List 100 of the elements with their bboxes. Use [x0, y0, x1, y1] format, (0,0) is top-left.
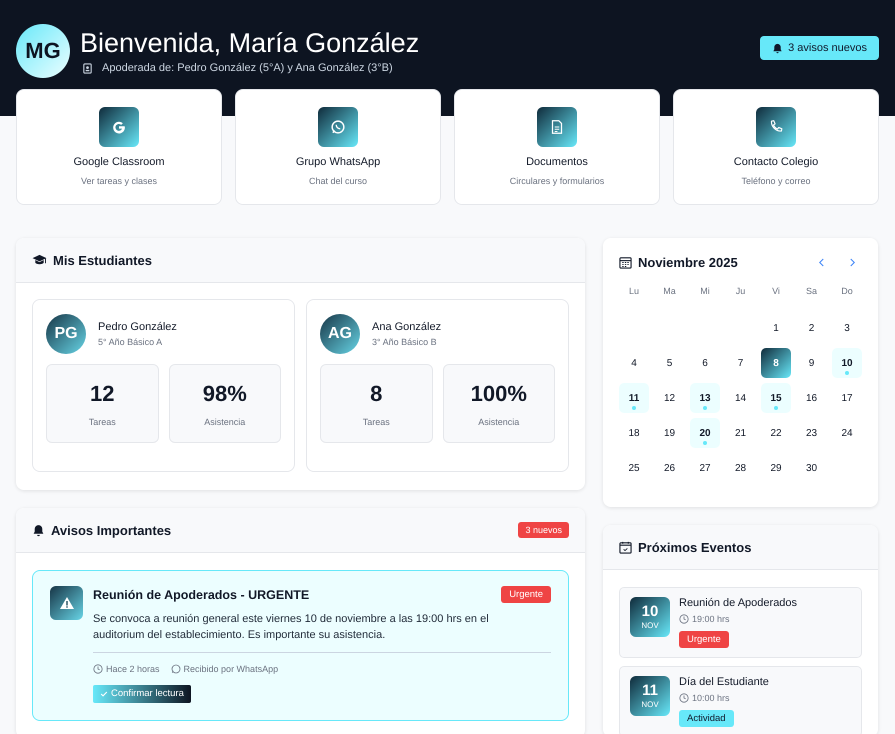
student-name: Pedro González — [98, 321, 177, 333]
link-title: Contacto Colegio — [734, 156, 818, 168]
notice-time: Hace 2 horas — [106, 664, 160, 674]
chevron-left-icon — [818, 258, 825, 267]
calendar-day[interactable]: 17 — [832, 383, 862, 413]
calendar-icon — [619, 256, 632, 269]
phone-icon — [756, 107, 796, 147]
link-subtitle: Circulares y formularios — [510, 176, 604, 186]
notice-title: Reunión de Apoderados - URGENTE — [93, 588, 310, 602]
event-time: 10:00 hrs — [692, 693, 730, 703]
calendar-day[interactable]: 24 — [832, 418, 862, 448]
calendar-day[interactable]: 9 — [796, 348, 826, 378]
checkmark-icon — [100, 690, 108, 698]
calendar-day[interactable]: 18 — [619, 418, 649, 448]
calendar-month: Noviembre 2025 — [638, 255, 739, 270]
event-title: Día del Estudiante — [679, 676, 769, 688]
calendar-check-icon — [619, 540, 632, 554]
event-dot — [632, 406, 636, 410]
event-month: NOV — [641, 621, 659, 630]
calendar-day[interactable]: 23 — [796, 418, 826, 448]
calendar-day[interactable]: 14 — [726, 383, 756, 413]
user-avatar: MG — [16, 24, 70, 78]
student-grade: 3° Año Básico B — [372, 337, 438, 347]
new-count-badge: 3 nuevos — [518, 522, 569, 538]
link-subtitle: Ver tareas y clases — [80, 176, 158, 186]
weekday-label: Ma — [662, 286, 677, 298]
quick-link-card[interactable]: Documentos Circulares y formularios — [454, 89, 660, 205]
stat-label: Tareas — [88, 416, 116, 426]
chat-bubble-icon — [170, 664, 181, 674]
stat-label: Tareas — [362, 416, 390, 426]
clock-icon — [679, 614, 689, 624]
quick-link-card[interactable]: Grupo WhatsApp Chat del curso — [235, 89, 441, 205]
clock-icon — [679, 693, 689, 703]
weekday-label: Do — [840, 286, 854, 298]
quick-link-card[interactable]: Contacto Colegio Teléfono y correo — [673, 89, 879, 205]
calendar-day[interactable]: 29 — [761, 453, 791, 483]
student-avatar: AG — [320, 314, 360, 354]
stat-label: Asistencia — [204, 416, 246, 426]
link-title: Grupo WhatsApp — [296, 156, 380, 168]
weekday-label: Vi — [771, 286, 781, 298]
student-name: Ana González — [372, 321, 442, 333]
link-title: Google Classroom — [73, 156, 165, 168]
event-tag: Urgente — [679, 631, 729, 648]
calendar-day[interactable]: 2 — [796, 313, 826, 343]
calendar-day[interactable]: 27 — [690, 453, 720, 483]
event-card[interactable]: 10 NOV Reunión de Apoderados 19:00 hrs Urgente — [619, 587, 862, 658]
event-card[interactable]: 11 NOV Día del Estudiante 10:00 hrs Actividad — [619, 666, 862, 734]
calendar-day[interactable]: 11 — [619, 383, 649, 413]
panel-title: Mis Estudiantes — [53, 252, 153, 268]
weekday-label: Ju — [734, 286, 746, 298]
calendar-day[interactable]: 13 — [690, 383, 720, 413]
event-time: 19:00 hrs — [692, 614, 730, 624]
calendar-day[interactable]: 12 — [654, 383, 684, 413]
clock-icon — [93, 664, 103, 674]
calendar-day[interactable]: 5 — [654, 348, 684, 378]
event-dot — [774, 406, 778, 410]
link-subtitle: Teléfono y correo — [741, 176, 811, 186]
event-tag: Actividad — [679, 710, 734, 727]
calendar-day[interactable]: 16 — [796, 383, 826, 413]
student-avatar: PG — [46, 314, 86, 354]
calendar-day[interactable]: 30 — [796, 453, 826, 483]
event-day: 11 — [642, 683, 658, 698]
confirm-read-button[interactable]: Confirmar lectura — [93, 685, 191, 703]
calendar-day[interactable]: 4 — [619, 348, 649, 378]
stat-value: 12 — [90, 380, 114, 406]
event-dot — [703, 441, 707, 445]
calendar-day[interactable]: 19 — [654, 418, 684, 448]
calendar-day[interactable]: 20 — [690, 418, 720, 448]
calendar-day[interactable]: 10 — [832, 348, 862, 378]
event-day: 10 — [642, 604, 658, 619]
stat-value: 98% — [202, 380, 247, 406]
welcome-title: Bienvenida, María González — [80, 28, 420, 59]
stat-label: Asistencia — [478, 416, 520, 426]
quick-link-card[interactable]: Google Classroom Ver tareas y clases — [16, 89, 222, 205]
calendar-day[interactable]: 1 — [761, 313, 791, 343]
calendar-day[interactable]: 6 — [690, 348, 720, 378]
event-dot — [845, 371, 849, 375]
calendar-day[interactable]: 22 — [761, 418, 791, 448]
event-month: NOV — [641, 700, 659, 709]
calendar-day[interactable]: 28 — [726, 453, 756, 483]
weekday-label: Lu — [628, 286, 640, 298]
calendar-day[interactable]: 15 — [761, 383, 791, 413]
calendar-day[interactable]: 25 — [619, 453, 649, 483]
notice-source: Recibido por WhatsApp — [184, 664, 278, 674]
document-icon — [537, 107, 577, 147]
student-grade: 5° Año Básico A — [98, 337, 164, 347]
event-dot — [703, 406, 707, 410]
calendar-day[interactable]: 21 — [726, 418, 756, 448]
id-card-icon — [82, 62, 93, 74]
notice-text: Se convoca a reunión general este viernes 10 de noviembre a las 19:00 hrs en el auditorium del establecimiento. Es importante su asistencia. — [93, 611, 551, 653]
calendar-day[interactable]: 8 — [761, 348, 791, 378]
bell-icon — [772, 42, 784, 54]
calendar-day[interactable]: 3 — [832, 313, 862, 343]
notices-button[interactable]: 3 avisos nuevos — [760, 36, 879, 60]
bell-icon — [32, 524, 45, 536]
calendar-day[interactable]: 7 — [726, 348, 756, 378]
link-title: Documentos — [526, 156, 588, 168]
calendar-day[interactable]: 26 — [654, 453, 684, 483]
link-subtitle: Chat del curso — [308, 176, 368, 186]
guardian-subtitle: Apoderada de: Pedro González (5°A) y Ana González (3°B) — [102, 62, 393, 74]
